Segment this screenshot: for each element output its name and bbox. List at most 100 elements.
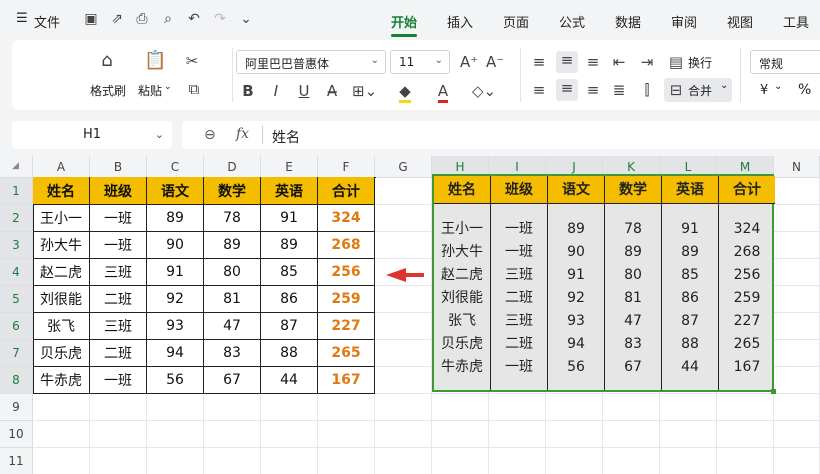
merge-button[interactable]: ⊟ 合并 ⌄ [664,78,732,102]
merged-column[interactable]: 姓名 王小一 孙大牛 赵二虎 刘很能 张飞 贝乐虎 牛赤虎 [434,176,491,390]
tab-tools[interactable]: 工具 [783,12,809,31]
data-cell[interactable]: 三班 [90,313,147,340]
italic-button[interactable]: I [268,82,284,100]
distributed-icon[interactable]: ⫿ [638,81,656,99]
row-header-5[interactable]: 5 [0,286,33,313]
cut-icon[interactable]: ✂ [182,52,202,70]
data-cell[interactable]: 88 [261,340,318,367]
paste-button[interactable]: 粘贴 [138,82,162,99]
paste-icon[interactable]: 📋 [144,52,166,70]
header-cell[interactable]: 英语 [662,176,718,204]
header-cell[interactable]: 英语 [261,177,318,205]
font-color-icon[interactable]: A [432,82,454,103]
fill-color-icon[interactable]: ◆ [394,82,416,103]
name-box[interactable]: H1 ⌄ [12,121,172,149]
row-header-6[interactable]: 6 [0,313,33,340]
chevron-down-icon[interactable]: ⌄ [164,82,172,92]
select-all-corner[interactable]: ◢ [0,156,33,178]
data-cell[interactable]: 47 [204,313,261,340]
header-cell[interactable]: 数学 [204,177,261,205]
data-cell[interactable]: 张飞 [33,313,90,340]
data-cell[interactable]: 83 [204,340,261,367]
total-cell[interactable]: 227 [318,313,375,340]
header-cell[interactable]: 语文 [147,177,204,205]
header-cell[interactable]: 数学 [605,176,661,204]
row-header-4[interactable]: 4 [0,259,33,286]
chevron-down-icon[interactable]: ⌄ [774,81,782,92]
fx-icon[interactable]: fx [236,126,249,142]
print-icon[interactable]: ⎙ [134,11,150,27]
data-cell[interactable]: 二班 [90,286,147,313]
data-cell[interactable]: 92 [147,286,204,313]
data-cell[interactable]: 牛赤虎 [33,367,90,394]
hamburger-icon[interactable]: ☰ [16,11,28,26]
total-cell[interactable]: 265 [318,340,375,367]
column-header-c[interactable]: C [147,156,204,178]
font-name-select[interactable]: 阿里巴巴普惠体 ⌄ [236,50,386,74]
number-format-select[interactable]: 常规 [750,50,820,74]
indent-decrease-icon[interactable]: ⇤ [610,53,628,71]
result-table[interactable]: 姓名 王小一 孙大牛 赵二虎 刘很能 张飞 贝乐虎 牛赤虎 班级 一班 一班 三班 二班 三班 二班 一班 语文… [432,174,776,394]
wrap-text-icon[interactable]: ▤ [668,53,684,71]
sheet-grid[interactable]: ◢ ABCDEFGHIJKLMN 1 2 3 4 5 6 7 8 9 10 11 姓名 班级 语文 数学英… [0,156,820,474]
tab-home[interactable]: 开始 [391,12,417,31]
data-cell[interactable]: 89 [261,232,318,259]
column-header-d[interactable]: D [204,156,261,178]
row-header-1[interactable]: 1 [0,178,33,205]
file-menu[interactable]: 文件 [34,12,60,31]
formula-content[interactable]: 姓名 [272,127,300,147]
data-cell[interactable]: 81 [204,286,261,313]
data-cell[interactable]: 一班 [90,232,147,259]
align-left-icon[interactable]: ≡ [530,81,548,99]
merged-column[interactable]: 英语 91 89 85 86 87 88 44 [662,176,719,390]
data-cell[interactable]: 贝乐虎 [33,340,90,367]
row-header-3[interactable]: 3 [0,232,33,259]
underline-button[interactable]: U [296,82,312,100]
column-header-f[interactable]: F [318,156,375,178]
data-cell[interactable]: 93 [147,313,204,340]
merged-column[interactable]: 合计 324 268 256 259 227 265 167 [719,176,775,390]
align-top-icon[interactable]: ≡ [530,53,548,71]
total-cell[interactable]: 167 [318,367,375,394]
data-cell[interactable]: 赵二虎 [33,259,90,286]
column-header-a[interactable]: A [33,156,90,178]
total-cell[interactable]: 256 [318,259,375,286]
data-cell[interactable]: 80 [204,259,261,286]
justify-icon[interactable]: ≣ [610,81,628,99]
header-cell[interactable]: 班级 [90,177,147,205]
data-cell[interactable]: 刘很能 [33,286,90,313]
save-icon[interactable]: ▣ [83,11,99,27]
tab-formula[interactable]: 公式 [559,12,585,31]
tab-review[interactable]: 审阅 [671,12,697,31]
data-cell[interactable]: 王小一 [33,205,90,232]
tab-data[interactable]: 数据 [615,12,641,31]
eraser-icon[interactable]: ◇⌄ [472,82,496,100]
wrap-text-button[interactable]: 换行 [688,54,712,71]
column-header-n[interactable]: N [774,156,820,178]
data-cell[interactable]: 二班 [90,340,147,367]
data-cell[interactable]: 78 [204,205,261,232]
row-header-10[interactable]: 10 [0,421,33,448]
data-cell[interactable]: 85 [261,259,318,286]
align-middle-icon[interactable]: ≡ [556,51,578,73]
data-cell[interactable]: 90 [147,232,204,259]
merged-column[interactable]: 班级 一班 一班 三班 二班 三班 二班 一班 [491,176,548,390]
column-header-b[interactable]: B [90,156,147,178]
header-cell[interactable]: 合计 [719,176,775,204]
column-header-e[interactable]: E [261,156,318,178]
redo-icon[interactable]: ↷ [212,11,228,27]
data-cell[interactable]: 三班 [90,259,147,286]
data-cell[interactable]: 89 [147,205,204,232]
row-header-9[interactable]: 9 [0,394,33,421]
total-cell[interactable]: 324 [318,205,375,232]
align-right-icon[interactable]: ≡ [584,81,602,99]
formula-input[interactable]: ⊖ fx 姓名 [182,121,820,149]
currency-button[interactable]: ¥ [760,83,768,98]
print-preview-icon[interactable]: ⌕ [160,11,176,27]
data-cell[interactable]: 孙大牛 [33,232,90,259]
font-size-select[interactable]: 11 ⌄ [390,50,450,74]
data-cell[interactable]: 67 [204,367,261,394]
copy-icon[interactable]: ⧉ [184,80,204,98]
indent-increase-icon[interactable]: ⇥ [638,53,656,71]
data-cell[interactable]: 一班 [90,205,147,232]
